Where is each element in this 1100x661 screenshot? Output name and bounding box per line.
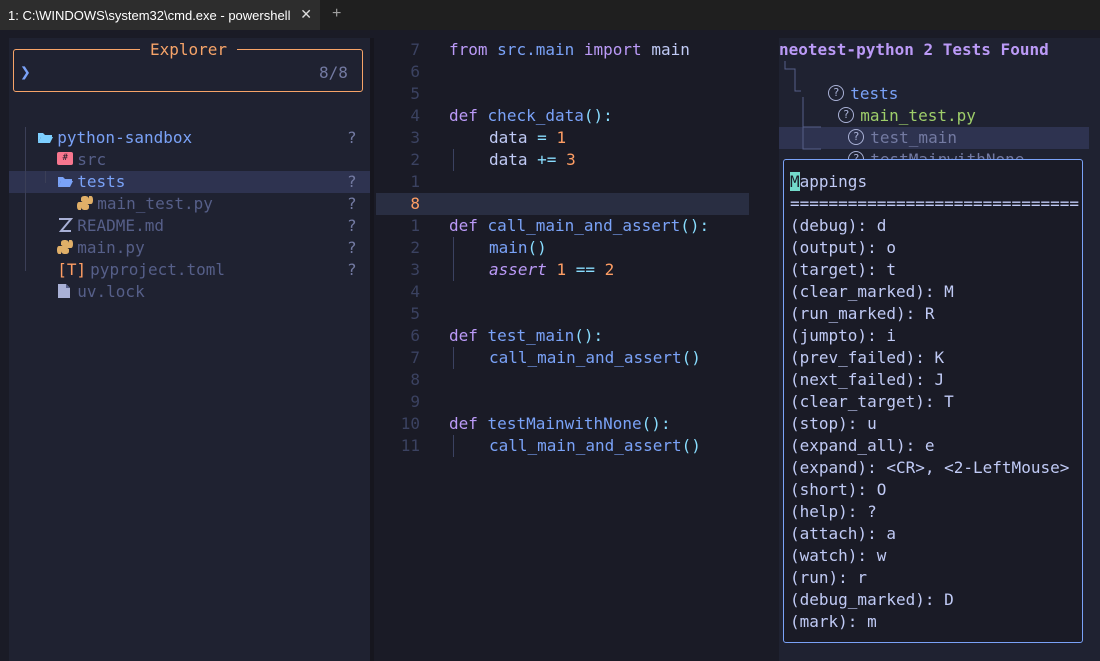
mapping-line: (next_failed): J — [790, 370, 945, 389]
prompt-chevron-icon: ❯ — [20, 62, 31, 83]
code-line[interactable]: call_main_and_assert() — [489, 347, 701, 369]
git-status-badge: ? — [347, 194, 357, 213]
line-number: 6 — [410, 62, 420, 81]
code-line[interactable]: call_main_and_assert() — [489, 435, 701, 457]
git-status-badge: ? — [347, 260, 357, 279]
line-number: 8 — [410, 370, 420, 389]
line-number: 4 — [410, 106, 420, 125]
mapping-line: (attach): a — [790, 524, 896, 543]
tree-item-main[interactable]: main.py — [38, 215, 145, 257]
current-line-number: 8 — [410, 194, 420, 213]
test-node-test-mainwithnone[interactable]: ?testMainwithNone — [829, 127, 1024, 169]
file-icon — [58, 283, 71, 298]
line-number: 3 — [410, 128, 420, 147]
line-number: 5 — [410, 84, 420, 103]
tab-title: 1: C:\WINDOWS\system32\cmd.exe - powersh… — [8, 7, 291, 23]
mapping-line: (clear_marked): M — [790, 282, 954, 301]
line-number: 1 — [410, 172, 420, 191]
test-node-file[interactable]: ? main_test.py — [819, 83, 976, 125]
mapping-line: (help): ? — [790, 502, 877, 521]
git-status-badge: ? — [347, 238, 357, 257]
code-line[interactable]: data = 1 — [489, 127, 566, 149]
line-number: 9 — [410, 392, 420, 411]
explorer-count: 8/8 — [319, 63, 348, 82]
indent-guide — [453, 149, 454, 171]
line-number: 4 — [410, 282, 420, 301]
code-line[interactable]: data += 3 — [489, 149, 576, 171]
mapping-line: (debug_marked): D — [790, 590, 954, 609]
code-line[interactable]: from src.main import main — [449, 39, 690, 61]
indent-guide — [453, 435, 454, 457]
line-number: 7 — [410, 348, 420, 367]
code-line[interactable]: main() — [489, 237, 547, 259]
line-number: 7 — [410, 40, 420, 59]
mappings-popup: Mappings ============================== … — [783, 159, 1083, 643]
code-line[interactable]: def test_main(): — [449, 325, 603, 347]
mapping-line: (expand_all): e — [790, 436, 935, 455]
mapping-line: (expand): <CR>, <2-LeftMouse> — [790, 458, 1070, 477]
git-status-badge: ? — [347, 216, 357, 235]
code-line[interactable]: def testMainwithNone(): — [449, 413, 671, 435]
code-line[interactable]: def check_data(): — [449, 105, 613, 127]
close-tab-icon[interactable]: ✕ — [300, 6, 312, 23]
pane-divider[interactable] — [370, 38, 374, 661]
git-status-badge: ? — [347, 128, 357, 147]
tree-item-src[interactable]: # src — [38, 127, 106, 169]
tree-item-uvlock[interactable]: uv.lock — [38, 259, 145, 301]
tree-item-readme[interactable]: README.md — [38, 193, 164, 235]
mappings-title: Mappings — [790, 171, 867, 193]
explorer-title: Explorer — [140, 39, 238, 61]
indent-guide — [453, 237, 454, 281]
mapping-line: (run): r — [790, 568, 868, 587]
new-tab-icon[interactable]: + — [332, 5, 341, 23]
mapping-line: (mark): m — [790, 612, 877, 631]
summary-header: neotest-python 2 Tests Found — [779, 40, 1049, 59]
mapping-line: (debug): d — [790, 216, 887, 235]
tree-item-label: uv.lock — [77, 282, 145, 301]
mapping-line: (prev_failed): K — [790, 348, 945, 367]
text-cursor: M — [790, 172, 800, 191]
mapping-line: (run_marked): R — [790, 304, 935, 323]
mapping-line: (watch): w — [790, 546, 887, 565]
mappings-rule: ============================== — [790, 194, 1079, 213]
line-number: 5 — [410, 304, 420, 323]
code-line[interactable]: assert 1 == 2 — [489, 259, 614, 281]
line-number: 2 — [410, 238, 420, 257]
tree-item-tests[interactable]: tests — [38, 149, 125, 191]
tree-item-main-test[interactable]: main_test.py — [58, 171, 213, 213]
test-node-test-main[interactable]: ? test_main — [829, 105, 957, 147]
line-number: 1 — [410, 216, 420, 235]
test-node-tests[interactable]: ? tests — [809, 61, 898, 103]
code-line[interactable]: def call_main_and_assert(): — [449, 215, 709, 237]
tree-root[interactable]: python-sandbox — [18, 105, 192, 147]
mapping-line: (clear_target): T — [790, 392, 954, 411]
mapping-line: (stop): u — [790, 414, 877, 433]
mapping-line: (target): t — [790, 260, 896, 279]
mapping-line: (short): O — [790, 480, 887, 499]
mapping-line: (jumpto): i — [790, 326, 896, 345]
line-number: 11 — [400, 436, 420, 455]
line-number: 6 — [410, 326, 420, 345]
mappings-title-text: appings — [799, 172, 868, 191]
cursor-line-highlight — [376, 193, 749, 215]
tree-item-pyproject[interactable]: [T] pyproject.toml — [38, 237, 225, 279]
terminal-tab-bar: 1: C:\WINDOWS\system32\cmd.exe - powersh… — [0, 0, 1100, 30]
git-status-badge: ? — [347, 172, 357, 191]
line-number: 10 — [400, 414, 420, 433]
line-number: 3 — [410, 260, 420, 279]
line-number: 2 — [410, 150, 420, 169]
terminal-tab[interactable]: 1: C:\WINDOWS\system32\cmd.exe - powersh… — [0, 0, 320, 30]
indent-guide — [453, 347, 454, 369]
mapping-line: (output): o — [790, 238, 896, 257]
